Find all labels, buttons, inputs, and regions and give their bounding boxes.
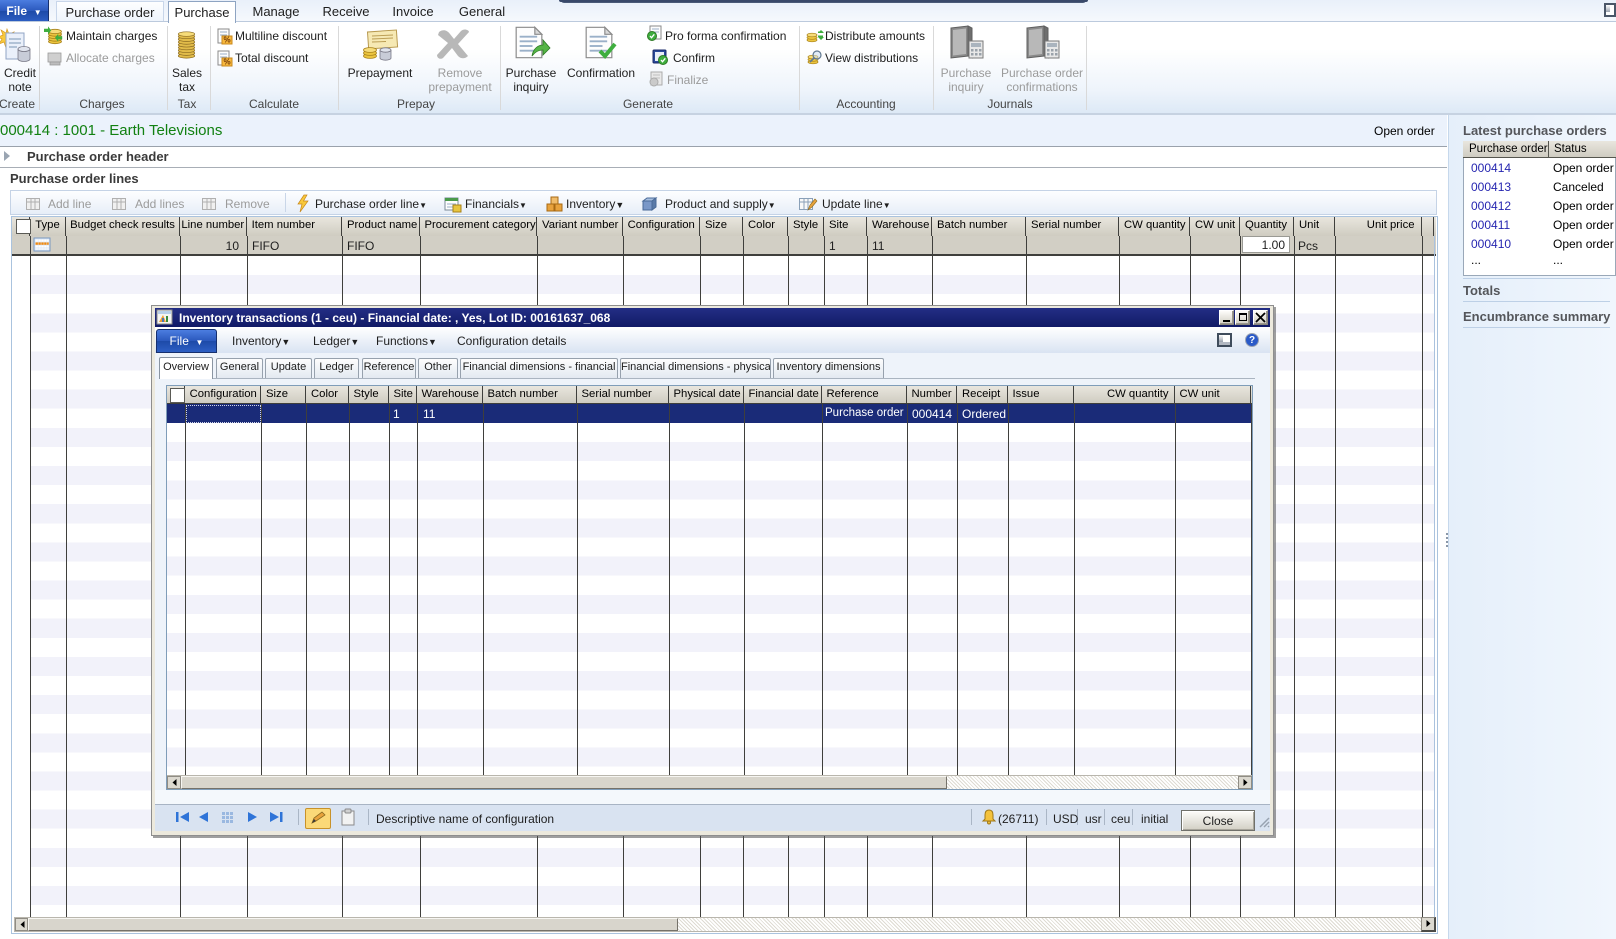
svg-text:%: % bbox=[223, 36, 230, 45]
svg-text:%: % bbox=[223, 58, 230, 67]
